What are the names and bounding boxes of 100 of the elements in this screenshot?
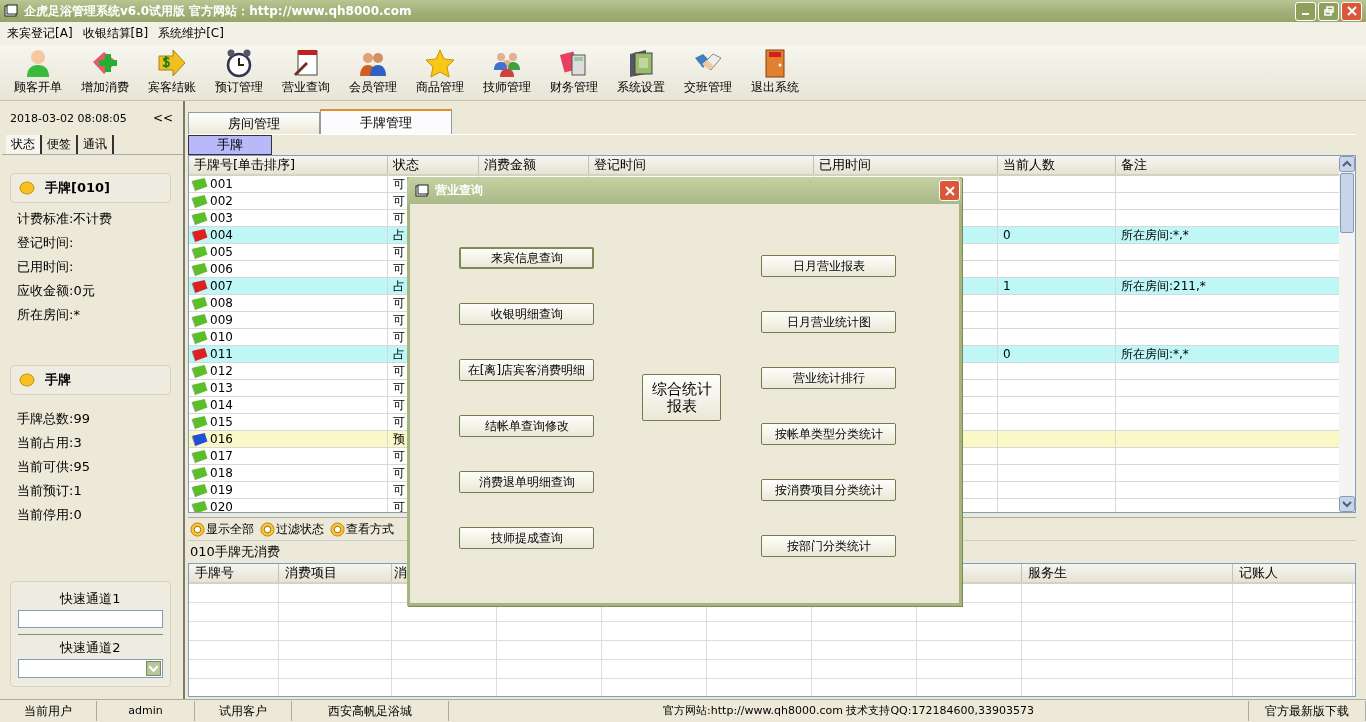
query-button[interactable]: 结帐单查询修改 xyxy=(459,415,594,437)
query-button[interactable]: 消费退单明细查询 xyxy=(459,471,594,493)
filter-button[interactable]: 过滤状态 xyxy=(258,520,328,538)
filter-button[interactable]: 显示全部 xyxy=(188,520,258,538)
table-cell: 可 xyxy=(393,447,405,465)
dialog-title: 营业查询 xyxy=(435,182,483,199)
table-cell: 013 xyxy=(210,381,233,395)
toolbar-button[interactable]: 商品管理 xyxy=(406,45,473,96)
flag-icon xyxy=(191,363,209,379)
table-cell: 预 xyxy=(393,430,405,448)
clock-text: 2018-03-02 08:08:05 xyxy=(10,111,127,125)
query-button[interactable]: 收银明细查询 xyxy=(459,303,594,325)
table-cell: 可 xyxy=(393,362,405,380)
column-header[interactable]: 手牌号 xyxy=(189,564,279,582)
star-icon xyxy=(424,48,455,78)
close-button[interactable] xyxy=(1341,1,1362,21)
sidebar-tab[interactable]: 便签 xyxy=(42,135,78,154)
flag-icon xyxy=(191,261,209,277)
table-cell: 003 xyxy=(210,211,233,225)
scroll-down-icon[interactable] xyxy=(1339,496,1355,512)
flag-icon xyxy=(191,380,209,396)
table-cell: 002 xyxy=(210,194,233,208)
report-button[interactable]: 按消费项目分类统计 xyxy=(761,479,896,501)
round-icon xyxy=(190,521,205,537)
input-field[interactable] xyxy=(18,610,163,628)
close-icon xyxy=(944,185,955,196)
column-header[interactable]: 当前人数 xyxy=(998,156,1116,174)
column-header[interactable]: 状态 xyxy=(388,156,479,174)
column-header[interactable]: 已用时间 xyxy=(814,156,998,174)
scroll-up-icon[interactable] xyxy=(1339,156,1355,172)
menu-item[interactable]: 来宾登记[A] xyxy=(2,25,78,42)
table-cell: 可 xyxy=(393,311,405,329)
flag-icon xyxy=(191,448,209,464)
report-button[interactable]: 按帐单类型分类统计 xyxy=(761,423,896,445)
dropdown-field[interactable] xyxy=(18,659,163,678)
status-text: admin xyxy=(97,701,195,721)
column-header[interactable]: 手牌号[单击排序] xyxy=(189,156,388,174)
toolbar-button[interactable]: 预订管理 xyxy=(205,45,272,96)
info-text: 所在房间:* xyxy=(17,306,81,324)
table-cell: 可 xyxy=(393,396,405,414)
query-button[interactable]: 来宾信息查询 xyxy=(459,247,594,269)
toolbar-button[interactable]: 系统设置 xyxy=(607,45,674,96)
column-header[interactable]: 消费项目 xyxy=(279,564,392,582)
table-cell: 0 xyxy=(1003,228,1011,242)
column-header[interactable]: 消费金额 xyxy=(479,156,589,174)
table-cell: 007 xyxy=(210,279,233,293)
column-header[interactable]: 服务生 xyxy=(1022,564,1233,582)
column-header[interactable]: 记账人 xyxy=(1233,564,1355,582)
status-text: 当前用户 xyxy=(0,701,97,721)
table-cell: 0 xyxy=(1003,347,1011,361)
collapse-button[interactable]: << xyxy=(152,111,173,125)
table-cell: 占 xyxy=(393,277,405,295)
tab[interactable]: 手牌管理 xyxy=(320,109,452,134)
toolbar-button[interactable]: 交班管理 xyxy=(674,45,741,96)
toolbar-button[interactable]: 会员管理 xyxy=(339,45,406,96)
toolbar-button[interactable]: 技师管理 xyxy=(473,45,540,96)
toolbar-button[interactable]: 财务管理 xyxy=(540,45,607,96)
window-title: 企虎足浴管理系统v6.0试用版 官方网站：http://www.qh8000.com xyxy=(24,2,412,20)
status-text: 西安高帆足浴城 xyxy=(292,701,449,721)
info-text: 已用时间: xyxy=(17,258,75,276)
subtab[interactable]: 手牌 xyxy=(188,135,272,155)
table-cell: 009 xyxy=(210,313,233,327)
menu-item[interactable]: 收银结算[B] xyxy=(77,25,154,42)
table-cell: 020 xyxy=(210,500,233,512)
sidebar-tab[interactable]: 通讯 xyxy=(78,135,114,154)
flag-icon xyxy=(191,414,209,430)
toolbar-button[interactable]: 营业查询 xyxy=(272,45,339,96)
table-cell: 016 xyxy=(210,432,233,446)
column-header[interactable]: 登记时间 xyxy=(589,156,814,174)
report-button[interactable]: 日月营业统计图 xyxy=(761,311,896,333)
close-button[interactable] xyxy=(939,180,960,201)
report-button[interactable]: 日月营业报表 xyxy=(761,255,896,277)
restore-button[interactable] xyxy=(1318,1,1339,21)
table-cell: 018 xyxy=(210,466,233,480)
sidebar-tab[interactable]: 状态 xyxy=(6,135,42,154)
report-button[interactable]: 按部门分类统计 xyxy=(761,535,896,557)
scroll-thumb[interactable] xyxy=(1340,173,1354,233)
stat-text: 当前预订:1 xyxy=(17,482,83,500)
stat-text: 手牌总数:99 xyxy=(17,410,91,428)
toolbar-button[interactable]: 宾客结账 xyxy=(138,45,205,96)
toolbar-button[interactable]: 顾客开单 xyxy=(4,45,71,96)
flag-icon xyxy=(191,210,209,226)
tab[interactable]: 房间管理 xyxy=(188,112,320,134)
flag-icon xyxy=(191,499,209,512)
report-button[interactable]: 营业统计排行 xyxy=(761,367,896,389)
card-title: 手牌 xyxy=(45,371,71,389)
scrollbar[interactable] xyxy=(1339,156,1355,512)
query-button[interactable]: 在[离]店宾客消费明细 xyxy=(459,359,594,381)
query-button[interactable]: 技师提成查询 xyxy=(459,527,594,549)
toolbar-button[interactable]: 退出系统 xyxy=(741,45,808,96)
toolbar-button[interactable]: 增加消费 xyxy=(71,45,138,96)
minimize-button[interactable] xyxy=(1295,1,1316,21)
menu-item[interactable]: 系统维护[C] xyxy=(153,25,229,42)
dollar-arrow-icon xyxy=(156,48,187,78)
flag-icon xyxy=(191,193,209,209)
filter-button[interactable]: 查看方式 xyxy=(328,520,398,538)
flag-icon xyxy=(191,465,209,481)
flag-icon xyxy=(191,295,209,311)
window-icon xyxy=(415,183,429,198)
summary-report-button[interactable]: 综合统计报表 xyxy=(642,374,721,421)
